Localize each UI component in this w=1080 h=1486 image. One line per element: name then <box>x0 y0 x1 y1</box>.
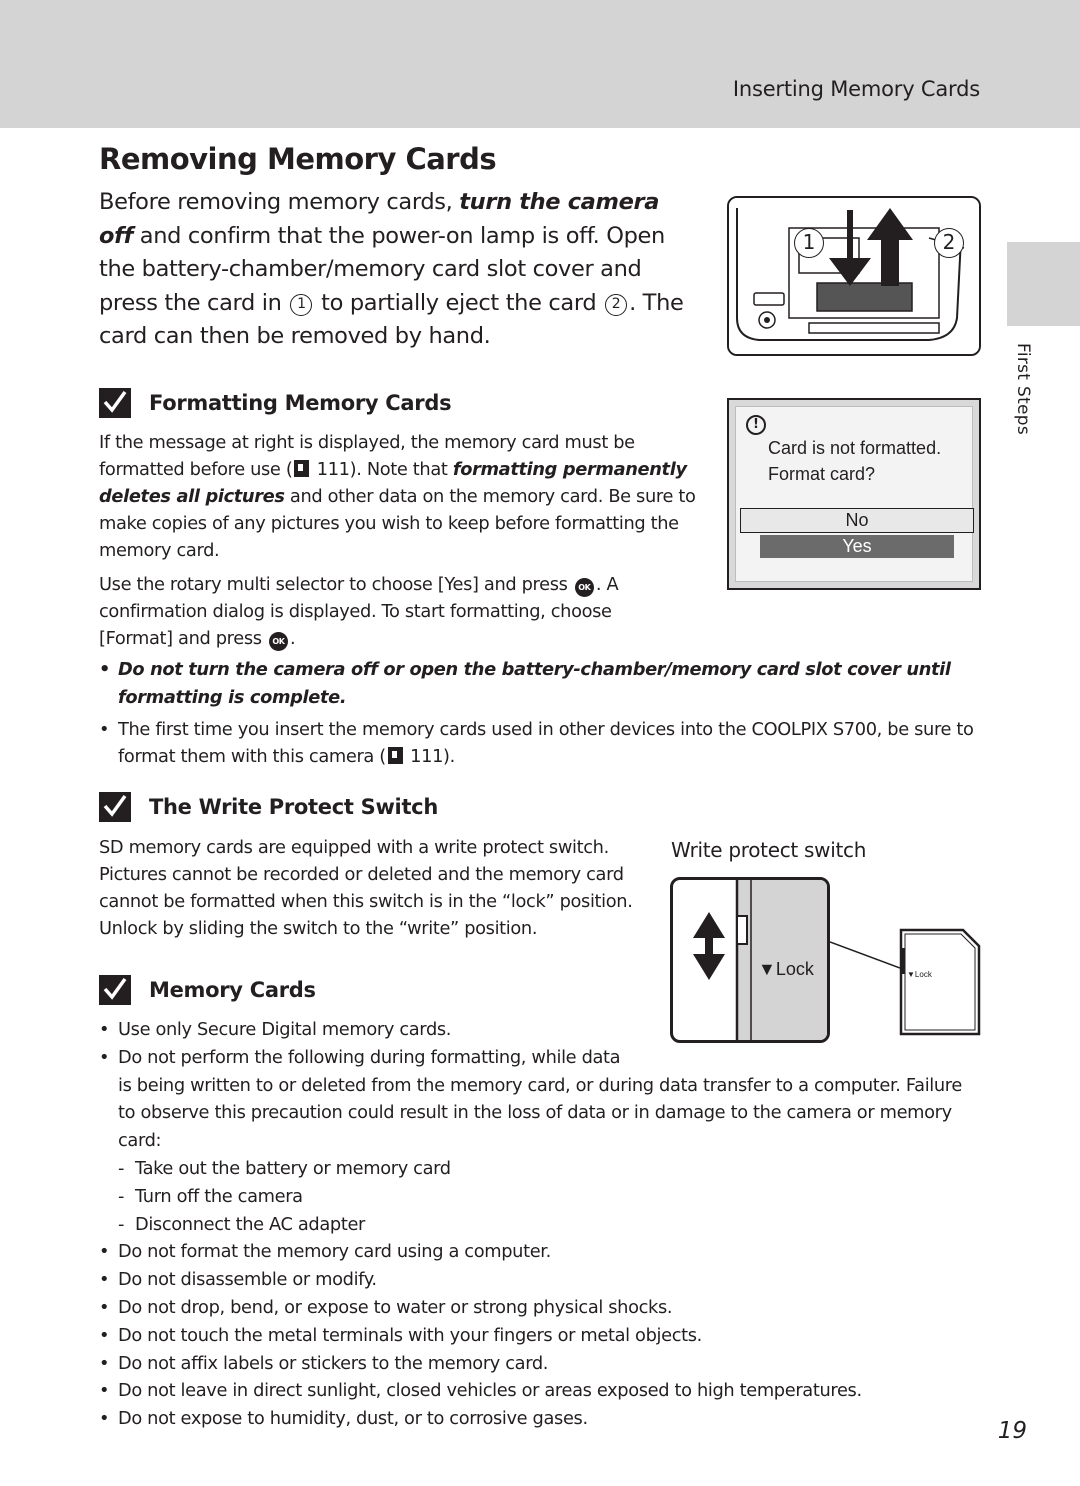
list-item: Do not format the memory card using a co… <box>99 1238 984 1266</box>
formatting-warning: Do not turn the camera off or open the b… <box>99 656 984 712</box>
list-item: Use only Secure Digital memory cards. <box>99 1016 984 1044</box>
check-icon <box>99 975 131 1005</box>
list-item: Do not perform the following during form… <box>99 1044 984 1155</box>
ok-button-icon: OK <box>574 578 594 597</box>
step-2-icon: 2 <box>605 293 628 316</box>
write-protect-figure-label: Write protect switch <box>671 838 867 862</box>
memory-cards-bullets: Use only Secure Digital memory cards. Do… <box>99 1016 984 1433</box>
camera-slot-drawing <box>729 198 979 354</box>
formatting-bullets: Do not turn the camera off or open the b… <box>99 656 984 771</box>
check-icon <box>99 388 131 418</box>
pointer-line <box>830 941 900 969</box>
memory-cards-heading: Memory Cards <box>99 975 316 1005</box>
check-icon <box>99 792 131 822</box>
sd-card-lock-label: ▼Lock <box>907 970 932 979</box>
header-band <box>0 0 1080 128</box>
side-tab <box>1007 242 1080 326</box>
list-item: Do not touch the metal terminals with yo… <box>99 1322 984 1350</box>
figure-step-1-icon: 1 <box>794 228 824 258</box>
format-dialog-screenshot: ! Card is not formatted. Format card? No… <box>727 398 981 590</box>
intro-paragraph: Before removing memory cards, turn the c… <box>99 189 684 349</box>
formatting-paragraph-2: Use the rotary multi selector to choose … <box>99 574 619 651</box>
sub-list-item: Turn off the camera <box>99 1183 984 1211</box>
lock-label: ▼Lock <box>758 959 814 979</box>
figure-step-2-icon: 2 <box>934 228 964 258</box>
write-protect-paragraph: SD memory cards are equipped with a writ… <box>99 837 633 939</box>
list-item: Do not expose to humidity, dust, or to c… <box>99 1405 984 1433</box>
page-number: 19 <box>997 1418 1027 1444</box>
camera-card-slot-illustration <box>727 196 981 356</box>
list-item: Do not leave in direct sunlight, closed … <box>99 1377 984 1405</box>
sub-list-item: Disconnect the AC adapter <box>99 1211 984 1239</box>
dialog-option-no: No <box>740 508 974 533</box>
page-title: Removing Memory Cards <box>99 142 497 176</box>
side-tab-label: First Steps <box>1013 343 1033 436</box>
step-1-icon: 1 <box>290 293 313 316</box>
ok-button-icon: OK <box>268 632 288 651</box>
page-reference-icon <box>387 747 403 765</box>
running-head: Inserting Memory Cards <box>732 77 980 101</box>
formatting-note: The first time you insert the memory car… <box>99 716 984 772</box>
list-item: Do not drop, bend, or expose to water or… <box>99 1294 984 1322</box>
list-item: Do not affix labels or stickers to the m… <box>99 1350 984 1378</box>
list-item: Do not disassemble or modify. <box>99 1266 984 1294</box>
sub-list-item: Take out the battery or memory card <box>99 1155 984 1183</box>
formatting-paragraph-1: If the message at right is displayed, th… <box>99 432 696 561</box>
formatting-heading: Formatting Memory Cards <box>99 388 452 418</box>
page-reference-icon <box>294 460 310 477</box>
dialog-option-yes: Yes <box>760 535 954 558</box>
write-protect-heading: The Write Protect Switch <box>99 792 438 822</box>
dialog-message: Card is not formatted. Format card? <box>768 438 942 484</box>
warning-icon: ! <box>746 415 766 435</box>
